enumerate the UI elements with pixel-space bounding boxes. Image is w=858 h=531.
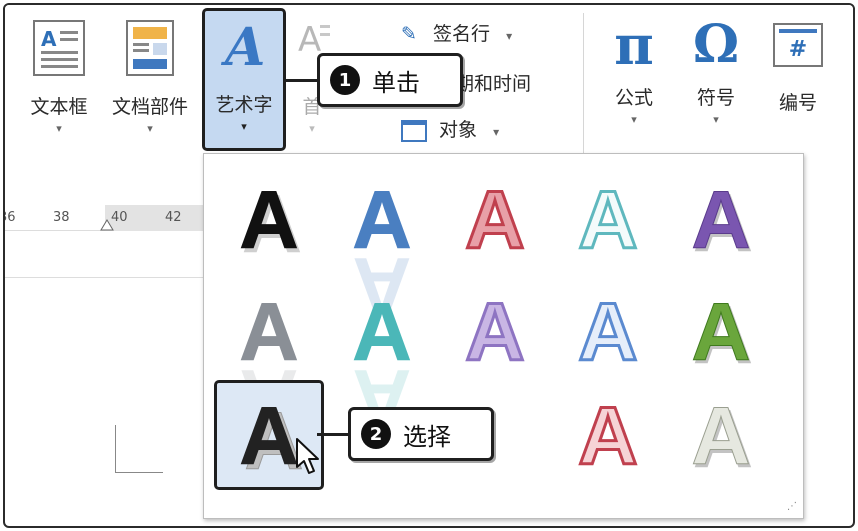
- wordart-style-option[interactable]: A: [553, 276, 663, 386]
- wordart-letter: A: [465, 287, 524, 378]
- wordart-style-option[interactable]: AA: [666, 164, 776, 274]
- wordart-icon: A: [220, 17, 265, 78]
- object-icon: [401, 119, 427, 142]
- signature-line-button[interactable]: ✎ 签名行 ▾: [401, 19, 512, 46]
- wordart-letter-icon: AA: [691, 175, 753, 270]
- wordart-style-option[interactable]: AA: [327, 276, 437, 444]
- ruler-tick: 36: [5, 210, 16, 225]
- callout-text: 选择: [403, 422, 451, 451]
- document-page-edge: [5, 277, 210, 278]
- horizontal-ruler[interactable]: 36 38 40 42: [5, 205, 210, 231]
- equation-label: 公式: [614, 87, 653, 109]
- callout-step-1: 1 单击: [317, 53, 463, 107]
- chevron-down-icon[interactable]: ▾: [506, 29, 512, 43]
- signature-line-icon: ✎: [401, 23, 417, 45]
- wordart-style-option[interactable]: AA: [214, 276, 324, 444]
- svg-text:A: A: [41, 27, 57, 51]
- text-box-button[interactable]: A 文本框 ▾: [17, 19, 101, 135]
- chevron-down-icon[interactable]: ▾: [599, 114, 669, 126]
- wordart-letter-icon: AA: [239, 175, 302, 271]
- object-label: 对象: [439, 119, 478, 141]
- mouse-cursor-icon: [296, 438, 319, 474]
- wordart-style-option[interactable]: AA: [666, 276, 776, 386]
- wordart-letter-icon: AA: [352, 287, 412, 444]
- ruler-tick: 38: [53, 210, 70, 225]
- callout-text: 单击: [372, 68, 420, 97]
- wordart-style-option[interactable]: AA: [327, 164, 437, 332]
- wordart-letter-icon: A: [464, 174, 526, 268]
- signature-line-label: 签名行: [433, 23, 491, 45]
- chevron-down-icon[interactable]: ▾: [17, 123, 101, 135]
- wordart-letter-icon: AA: [691, 287, 753, 382]
- wordart-letter-icon: A: [464, 286, 526, 380]
- step-number-badge: 1: [330, 65, 360, 95]
- resize-grip-icon[interactable]: ⋰: [787, 502, 797, 512]
- date-time-button[interactable]: 期和时间: [455, 69, 531, 96]
- numbering-button[interactable]: # 编号: [763, 23, 833, 115]
- number-icon: #: [773, 23, 823, 67]
- chevron-down-icon[interactable]: ▾: [493, 125, 499, 139]
- ruler-tick: 42: [165, 210, 182, 225]
- callout-connector: [286, 79, 320, 82]
- wordart-style-option[interactable]: AA: [666, 380, 776, 490]
- callout-step-2: 2 选择: [348, 407, 494, 461]
- document-parts-icon: [126, 20, 174, 76]
- wordart-style-option[interactable]: A: [553, 164, 663, 274]
- numbering-label: 编号: [778, 92, 817, 114]
- wordart-letter-icon: AA: [352, 175, 412, 332]
- equation-button[interactable]: π 公式 ▾: [599, 13, 669, 126]
- text-box-label: 文本框: [30, 96, 88, 118]
- screenshot-frame: A 文本框 ▾ 文档部件 ▾ A 艺术字 ▾ A 首 ▾ ✎ 签名行 ▾ 期和时…: [3, 3, 855, 528]
- pi-icon: π: [614, 13, 654, 77]
- wordart-letter-icon: AA: [691, 391, 753, 486]
- wordart-style-option[interactable]: A: [553, 380, 663, 490]
- document-parts-label: 文档部件: [111, 96, 188, 118]
- wordart-style-option[interactable]: AA: [214, 164, 324, 274]
- wordart-letter: A: [239, 391, 298, 482]
- wordart-button-content[interactable]: A 艺术字 ▾: [202, 17, 286, 133]
- wordart-style-option[interactable]: A: [440, 164, 550, 274]
- omega-icon: Ω: [692, 14, 740, 75]
- chevron-down-icon[interactable]: ▾: [681, 114, 751, 126]
- wordart-letter-icon: A: [577, 286, 639, 380]
- document-parts-button[interactable]: 文档部件 ▾: [101, 19, 199, 135]
- wordart-gallery: AAAAAAAAAAAAAAAAAAAAAAA ⋰: [203, 153, 804, 519]
- wordart-letter: A: [578, 391, 637, 482]
- wordart-letter: A: [578, 175, 637, 266]
- wordart-letter: A: [691, 175, 750, 266]
- chevron-down-icon[interactable]: ▾: [101, 123, 199, 135]
- chevron-down-icon: ▾: [309, 122, 315, 135]
- wordart-label: 艺术字: [215, 94, 273, 116]
- wordart-style-option[interactable]: A: [440, 276, 550, 386]
- wordart-letter-icon: A: [577, 174, 639, 268]
- date-time-label: 期和时间: [455, 73, 532, 95]
- step-number-badge: 2: [361, 419, 391, 449]
- wordart-letter: A: [578, 287, 637, 378]
- symbol-label: 符号: [696, 87, 735, 109]
- object-button[interactable]: 对象 ▾: [401, 115, 499, 142]
- wordart-letter: A: [691, 287, 750, 378]
- svg-text:A: A: [220, 17, 265, 77]
- wordart-letter: A: [465, 175, 524, 266]
- wordart-letter: A: [691, 391, 750, 482]
- margin-corner-mark: [115, 425, 163, 473]
- chevron-down-icon[interactable]: ▾: [202, 121, 286, 133]
- wordart-letter-icon: AA: [239, 287, 299, 444]
- wordart-letter-icon: A: [577, 390, 639, 484]
- wordart-letter: A: [239, 175, 298, 266]
- indent-marker-icon[interactable]: [100, 219, 114, 231]
- text-box-icon: A: [33, 20, 85, 76]
- symbol-button[interactable]: Ω 符号 ▾: [681, 13, 751, 126]
